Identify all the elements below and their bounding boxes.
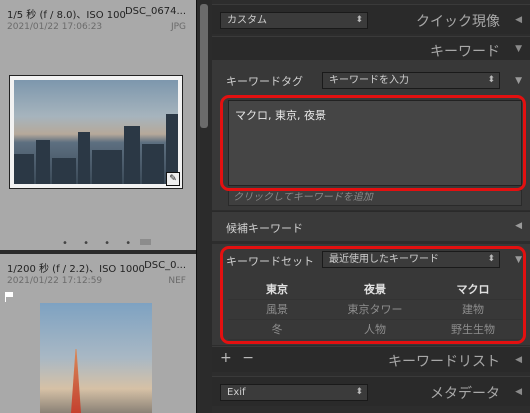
up-down-arrows-icon: ⬍: [355, 387, 363, 397]
flag-icon[interactable]: [5, 292, 14, 302]
keyword-list-title: キーワードリスト: [388, 354, 500, 370]
keyword-text: マクロ, 東京, 夜景: [235, 109, 326, 122]
right-panel: カスタム ⬍ クイック現像 ◀ キーワード ▼ キーワードタグ キーワードを入力…: [212, 0, 530, 413]
keyword-tag-label: キーワードタグ: [226, 75, 303, 88]
file-type: NEF: [168, 276, 186, 286]
develop-badge-icon[interactable]: ✎: [166, 172, 180, 186]
preset-select[interactable]: カスタム ⬍: [220, 12, 368, 29]
metadata-select[interactable]: Exif ⬍: [220, 384, 368, 401]
keyword-button[interactable]: 東京: [228, 280, 326, 300]
keyword-list-header[interactable]: + − キーワードリスト ◀: [212, 346, 530, 372]
keyword-button[interactable]: 風景: [228, 300, 326, 320]
triangle-down-icon[interactable]: ▼: [515, 44, 522, 54]
exposure-info: 1/200 秒 (f / 2.2)、ISO 1000: [7, 264, 145, 275]
thumbnail-grid: 1/5 秒 (f / 8.0)、ISO 100 DSC_0674... 2021…: [0, 0, 196, 413]
keyword-button[interactable]: 冬: [228, 320, 326, 340]
keyword-textarea[interactable]: マクロ, 東京, 夜景: [228, 100, 522, 186]
thumbnail-frame[interactable]: ✎: [9, 75, 183, 189]
color-label-icon[interactable]: [140, 239, 151, 245]
keyword-button[interactable]: 建物: [424, 300, 522, 320]
triangle-left-icon[interactable]: ◀: [515, 15, 522, 25]
keyword-header[interactable]: キーワード ▼: [212, 36, 530, 61]
keyword-tag-select[interactable]: キーワードを入力 ⬍: [322, 72, 500, 89]
keyword-set-grid: 東京 夜景 マクロ 風景 東京タワー 建物 冬 人物 野生生物: [228, 278, 522, 340]
grid-cell-dsc0[interactable]: 1/200 秒 (f / 2.2)、ISO 1000 DSC_0... 2021…: [0, 254, 196, 413]
metadata-value: Exif: [227, 387, 246, 398]
keyword-button[interactable]: 夜景: [326, 280, 424, 300]
capture-date: 2021/01/22 17:12:59: [7, 276, 103, 286]
keyword-button[interactable]: 野生生物: [424, 320, 522, 340]
keyword-button[interactable]: マクロ: [424, 280, 522, 300]
up-down-arrows-icon: ⬍: [487, 254, 495, 264]
grid-scrollbar[interactable]: [196, 0, 212, 413]
tower-shape: [71, 349, 81, 413]
photo-tokyo-dusk[interactable]: [14, 80, 178, 184]
metadata-title: メタデータ: [430, 386, 500, 402]
quick-develop-title: クイック現像: [416, 14, 500, 30]
scrollbar-thumb[interactable]: [200, 4, 208, 128]
keyword-set-select[interactable]: 最近使用したキーワード ⬍: [322, 251, 500, 268]
file-name: DSC_0...: [144, 260, 186, 271]
preset-value: カスタム: [227, 15, 267, 26]
quick-develop-header[interactable]: カスタム ⬍ クイック現像 ◀: [212, 4, 530, 34]
photo-tokyo-tower[interactable]: [40, 303, 152, 413]
triangle-down-icon[interactable]: ▼: [515, 76, 522, 86]
suggestions-header[interactable]: 候補キーワード ◀: [212, 211, 530, 241]
keyword-tag-value: キーワードを入力: [329, 75, 409, 86]
keyword-set-label: キーワードセット: [226, 255, 314, 268]
metadata-header[interactable]: Exif ⬍ メタデータ ◀: [212, 376, 530, 406]
up-down-arrows-icon: ⬍: [487, 75, 495, 85]
exposure-info: 1/5 秒 (f / 8.0)、ISO 100: [7, 10, 126, 21]
keyword-button[interactable]: 東京タワー: [326, 300, 424, 320]
keyword-set-value: 最近使用したキーワード: [329, 254, 439, 265]
up-down-arrows-icon: ⬍: [355, 15, 363, 25]
triangle-left-icon[interactable]: ◀: [515, 221, 522, 231]
file-type: JPG: [170, 22, 186, 32]
add-remove-controls: + −: [220, 350, 254, 366]
suggestions-label: 候補キーワード: [226, 222, 303, 235]
plus-icon[interactable]: +: [220, 350, 232, 366]
file-name: DSC_0674...: [124, 6, 186, 17]
add-keyword-field[interactable]: クリックしてキーワードを追加: [228, 190, 522, 206]
grid-cell-dsc0674[interactable]: 1/5 秒 (f / 8.0)、ISO 100 DSC_0674... 2021…: [0, 0, 196, 250]
triangle-left-icon[interactable]: ◀: [515, 387, 522, 397]
keyword-button[interactable]: 人物: [326, 320, 424, 340]
triangle-left-icon[interactable]: ◀: [515, 355, 522, 365]
capture-date: 2021/01/22 17:06:23: [7, 22, 103, 32]
keyword-title: キーワード: [430, 44, 500, 60]
triangle-down-icon[interactable]: ▼: [515, 255, 522, 265]
minus-icon[interactable]: −: [242, 350, 254, 366]
